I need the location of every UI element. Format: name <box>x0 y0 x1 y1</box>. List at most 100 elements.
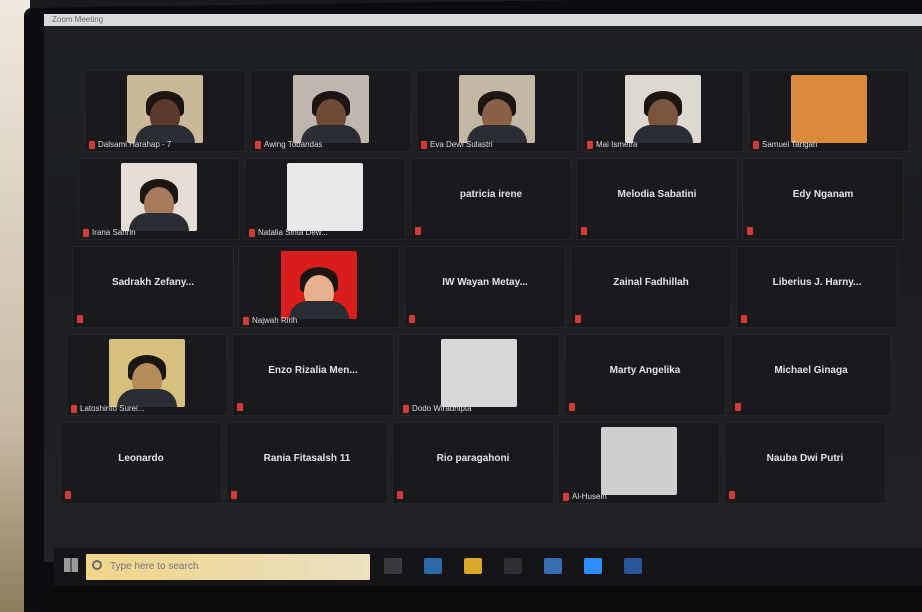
participant-name: Dodo Wiradhipta <box>412 404 472 413</box>
participant-tile[interactable]: Samuel Tarigan <box>748 70 910 152</box>
window-title: Zoom Meeting <box>52 15 104 24</box>
participant-name: Enzo Rizalia Men... <box>268 365 358 376</box>
participant-gallery: Dalsami Harahap - 7 Awing Tobandas Eva Dew… <box>60 70 922 540</box>
muted-mic-icon <box>753 140 759 149</box>
participant-tile[interactable]: Marty Angelika <box>564 334 726 416</box>
participant-tile[interactable]: Leonardo <box>60 422 222 504</box>
participant-tile[interactable]: Eva Dewi Sulastri <box>416 70 578 152</box>
participant-name: Zainal Fadhillah <box>613 277 689 288</box>
participant-tile[interactable]: Edy Nganam <box>742 158 904 240</box>
muted-mic-icon <box>581 227 587 235</box>
zoom-icon[interactable] <box>584 558 602 574</box>
muted-mic-icon <box>587 140 593 149</box>
participant-video <box>293 75 369 143</box>
participant-name: Rania Fitasalsh 11 <box>263 453 351 464</box>
participant-name-label: Latoshinto Surei... <box>71 404 144 413</box>
participant-tile[interactable]: Irana Sahrin <box>78 158 240 240</box>
muted-mic-icon <box>421 140 427 149</box>
participant-name: Marty Angelika <box>609 365 681 376</box>
participant-tile[interactable]: Zainal Fadhillah <box>570 246 732 328</box>
participant-name-label: Mai Ismeira <box>587 140 637 149</box>
participant-name: Rio paragahoni <box>436 453 510 464</box>
participant-name: patricia irene <box>459 189 523 200</box>
edge-icon[interactable] <box>424 558 442 574</box>
monitor-bezel <box>40 586 922 612</box>
participant-tile[interactable]: Latoshinto Surei... <box>66 334 228 416</box>
participant-video <box>127 75 203 143</box>
participant-tile[interactable]: Natalia Sinta Dew... <box>244 158 406 240</box>
participant-name: Mai Ismeira <box>596 140 638 149</box>
participant-tile[interactable]: Awing Tobandas <box>250 70 412 152</box>
participant-name-label: Al-Husein <box>563 492 607 501</box>
participant-tile[interactable]: Melodia Sabatini <box>576 158 738 240</box>
participant-name-label: Najwah Ririh <box>243 316 297 325</box>
participant-tile[interactable]: Sadrakh Zefany... <box>72 246 234 328</box>
participant-tile[interactable]: IW Wayan Metay... <box>404 246 566 328</box>
participant-name: Latoshinto Surei... <box>80 404 145 413</box>
participant-image <box>601 427 677 495</box>
muted-mic-icon <box>397 491 403 499</box>
participant-video <box>121 163 197 231</box>
participant-tile[interactable]: Enzo Rizalia Men... <box>232 334 394 416</box>
participant-name: Dalsami Harahap - 7 <box>98 140 172 149</box>
participant-tile[interactable]: Mai Ismeira <box>582 70 744 152</box>
windows-start-icon[interactable] <box>64 558 78 572</box>
taskbar-search-input[interactable]: Type here to search <box>86 554 370 580</box>
participant-image <box>287 163 363 231</box>
muted-mic-icon <box>569 403 575 411</box>
word-icon[interactable] <box>624 558 642 574</box>
muted-mic-icon <box>409 315 415 323</box>
participant-name: Irana Sahrin <box>92 228 136 237</box>
muted-mic-icon <box>71 404 77 413</box>
file-explorer-icon[interactable] <box>464 558 482 574</box>
participant-tile[interactable]: Najwah Ririh <box>238 246 400 328</box>
store-icon[interactable] <box>504 558 522 574</box>
search-icon <box>92 560 102 570</box>
muted-mic-icon <box>563 492 569 501</box>
participant-name: Sadrakh Zefany... <box>111 277 195 288</box>
participant-tile[interactable]: Al-Husein <box>558 422 720 504</box>
participant-video <box>109 339 185 407</box>
muted-mic-icon <box>65 491 71 499</box>
task-view-icon[interactable] <box>384 558 402 574</box>
participant-tile[interactable]: Dalsami Harahap - 7 <box>84 70 246 152</box>
participant-name: Najwah Ririh <box>252 316 298 325</box>
muted-mic-icon <box>255 140 261 149</box>
muted-mic-icon <box>89 140 95 149</box>
participant-name-label: Dodo Wiradhipta <box>403 404 472 413</box>
muted-mic-icon <box>243 316 249 325</box>
participant-name-label: Samuel Tarigan <box>753 140 817 149</box>
participant-tile[interactable]: Nauba Dwi Putri <box>724 422 886 504</box>
muted-mic-icon <box>403 404 409 413</box>
participant-video <box>459 75 535 143</box>
participant-name-label: Eva Dewi Sulastri <box>421 140 493 149</box>
participant-name-label: Dalsami Harahap - 7 <box>89 140 171 149</box>
participant-name: Natalia Sinta Dew... <box>258 228 328 237</box>
participant-tile[interactable]: Rania Fitasalsh 11 <box>226 422 388 504</box>
participant-name-label: Awing Tobandas <box>255 140 322 149</box>
participant-image <box>441 339 517 407</box>
participant-name: Edy Nganam <box>792 189 854 200</box>
window-titlebar[interactable]: Zoom Meeting <box>44 14 922 26</box>
participant-tile[interactable]: Dodo Wiradhipta <box>398 334 560 416</box>
search-placeholder: Type here to search <box>110 561 199 572</box>
participant-name: Al-Husein <box>572 492 607 501</box>
participant-name: Eva Dewi Sulastri <box>430 140 493 149</box>
participant-tile[interactable]: Rio paragahoni <box>392 422 554 504</box>
participant-tile[interactable]: Liberius J. Harny... <box>736 246 898 328</box>
muted-mic-icon <box>735 403 741 411</box>
participant-tile[interactable]: Michael Ginaga <box>730 334 892 416</box>
participant-image <box>791 75 867 143</box>
muted-mic-icon <box>249 228 255 237</box>
muted-mic-icon <box>747 227 753 235</box>
muted-mic-icon <box>415 227 421 235</box>
participant-tile[interactable]: patricia irene <box>410 158 572 240</box>
participant-body <box>289 301 349 319</box>
participant-video <box>281 251 357 319</box>
mail-icon[interactable] <box>544 558 562 574</box>
participant-name-label: Irana Sahrin <box>83 228 136 237</box>
participant-body <box>129 213 189 231</box>
muted-mic-icon <box>575 315 581 323</box>
muted-mic-icon <box>741 315 747 323</box>
muted-mic-icon <box>729 491 735 499</box>
